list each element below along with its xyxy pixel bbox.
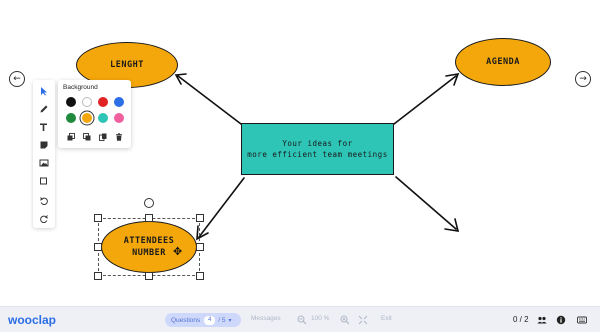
- sticky-note-tool-button[interactable]: [33, 136, 55, 154]
- swatch-red[interactable]: [98, 97, 108, 107]
- previous-slide-button[interactable]: ←: [9, 71, 25, 87]
- resize-handle-top[interactable]: [145, 214, 153, 222]
- pen-icon: [40, 105, 48, 113]
- wooclap-logo[interactable]: wooclap: [8, 313, 56, 327]
- messages-button[interactable]: Messages: [251, 315, 281, 322]
- node-agenda[interactable]: AGENDA: [455, 38, 551, 86]
- swatch-green[interactable]: [66, 113, 76, 123]
- trash-icon: [116, 133, 122, 141]
- zoom-level: 100 %: [311, 315, 330, 322]
- sticky-note-icon: [40, 141, 48, 149]
- arrow-to-empty: [395, 176, 457, 230]
- layer-up-icon: [67, 133, 75, 141]
- arrow-to-attendees: [198, 177, 245, 238]
- bring-forward-button[interactable]: [66, 132, 76, 142]
- swatch-pink[interactable]: [114, 113, 124, 123]
- questions-button[interactable]: Questions 4 / 5 ▾: [165, 313, 241, 327]
- text-icon: [40, 123, 47, 131]
- arrow-right-icon: →: [579, 74, 587, 84]
- shape-icon: [40, 177, 47, 185]
- arrow-to-agenda: [393, 75, 457, 125]
- undo-button[interactable]: [33, 192, 55, 210]
- image-icon: [39, 159, 49, 167]
- swatch-blue[interactable]: [114, 97, 124, 107]
- resize-handle-right[interactable]: [196, 243, 204, 251]
- redo-button[interactable]: [33, 210, 55, 228]
- resize-handle-bottom-left[interactable]: [94, 272, 102, 280]
- questions-total: / 5: [218, 316, 226, 324]
- questions-label: Questions: [171, 316, 201, 324]
- resize-handle-top-left[interactable]: [94, 214, 102, 222]
- bottom-bar: wooclap Questions 4 / 5 ▾ Messages 100 %…: [0, 306, 600, 332]
- node-lenght-label: LENGHT: [110, 60, 144, 70]
- central-idea-node[interactable]: Your ideas for more efficient team meeti…: [241, 123, 394, 175]
- resize-handle-bottom-right[interactable]: [196, 272, 204, 280]
- image-tool-button[interactable]: [33, 154, 55, 172]
- questions-count-badge: 4: [204, 315, 216, 325]
- keyboard-icon[interactable]: [577, 315, 587, 325]
- select-tool-button[interactable]: [33, 82, 55, 100]
- zoom-out-icon[interactable]: [297, 315, 307, 325]
- participants-count: 0 / 2: [513, 315, 529, 324]
- layer-down-icon: [83, 133, 91, 141]
- cursor-icon: [41, 87, 47, 96]
- swatch-black[interactable]: [66, 97, 76, 107]
- node-attendees-line-2: NUMBER: [132, 248, 166, 258]
- drawing-toolbar: [33, 80, 55, 228]
- node-agenda-label: AGENDA: [486, 57, 520, 67]
- delete-button[interactable]: [114, 132, 124, 142]
- move-cursor-icon: ✥: [173, 245, 183, 258]
- zoom-in-icon[interactable]: [340, 315, 350, 325]
- resize-handle-top-right[interactable]: [196, 214, 204, 222]
- participants-icon[interactable]: [537, 315, 547, 325]
- fit-screen-icon[interactable]: [358, 315, 368, 325]
- redo-icon: [40, 215, 49, 223]
- chevron-down-icon: ▾: [228, 317, 232, 324]
- shape-tool-button[interactable]: [33, 172, 55, 190]
- rotate-handle[interactable]: [144, 198, 154, 208]
- node-attendees-number[interactable]: ATTENDEES NUMBER: [101, 221, 197, 273]
- whiteboard-canvas[interactable]: LENGHT AGENDA Your ideas for more effici…: [0, 0, 600, 306]
- central-idea-line-1: Your ideas for: [282, 139, 353, 148]
- arrow-left-icon: ←: [13, 74, 21, 84]
- undo-icon: [39, 197, 48, 205]
- info-icon[interactable]: [556, 315, 566, 325]
- swatch-orange[interactable]: [82, 113, 92, 123]
- copy-icon: [99, 133, 107, 141]
- swatch-teal[interactable]: [98, 113, 108, 123]
- background-palette-popup: Background: [58, 80, 131, 148]
- central-idea-line-2: more efficient team meetings: [247, 150, 388, 159]
- arrow-to-lenght: [177, 75, 242, 125]
- duplicate-button[interactable]: [98, 132, 108, 142]
- next-slide-button[interactable]: →: [575, 71, 591, 87]
- resize-handle-bottom[interactable]: [145, 272, 153, 280]
- resize-handle-left[interactable]: [94, 243, 102, 251]
- send-backward-button[interactable]: [82, 132, 92, 142]
- exit-button[interactable]: Exit: [381, 315, 392, 322]
- pen-tool-button[interactable]: [33, 100, 55, 118]
- palette-title: Background: [63, 84, 98, 91]
- node-attendees-line-1: ATTENDEES: [123, 236, 175, 246]
- text-tool-button[interactable]: [33, 118, 55, 136]
- swatch-white[interactable]: [82, 97, 92, 107]
